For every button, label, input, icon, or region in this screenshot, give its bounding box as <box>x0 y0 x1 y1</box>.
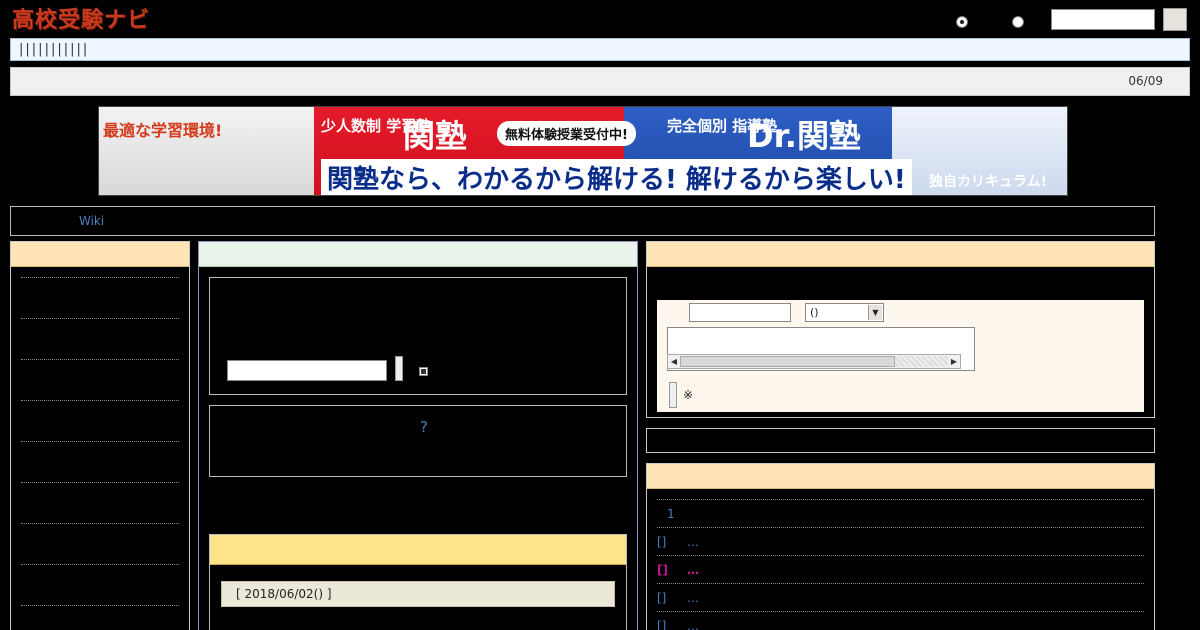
main-content-header <box>199 242 637 267</box>
ranking-item[interactable]: [] … <box>657 535 699 549</box>
comment-category-value: () <box>810 306 819 319</box>
ranking-divider <box>657 527 1144 528</box>
left-sidebar-divider <box>21 359 179 360</box>
left-sidebar-header <box>11 242 189 267</box>
ranking-divider <box>657 555 1144 556</box>
ranking-item[interactable]: [] … <box>657 619 699 630</box>
nav-item[interactable]: | <box>64 42 68 57</box>
nav-item[interactable]: | <box>77 42 81 57</box>
nav-item[interactable]: | <box>32 42 36 57</box>
ranking-item[interactable]: [] … <box>657 591 699 605</box>
textarea-scrollbar[interactable]: ◀ ▶ <box>667 354 961 369</box>
ranking-divider <box>657 611 1144 612</box>
ranking-item-title[interactable]: … <box>687 535 699 549</box>
nav-item[interactable]: | <box>51 42 55 57</box>
ranking-item-bracket: [] <box>657 591 667 605</box>
search-scope-radio-1[interactable] <box>956 16 968 28</box>
global-nav: | | | | | | | | | | | <box>10 38 1190 61</box>
search-option-checkbox[interactable] <box>419 367 428 376</box>
left-sidebar-divider <box>21 482 179 483</box>
ranking-panel: 1 [] … [] … [] … [] … <box>646 463 1155 630</box>
school-search-box <box>209 277 627 395</box>
comment-form: () ▼ ◀ ▶ ※ <box>657 300 1144 412</box>
ad-banner[interactable]: 最適な学習環境! 少人数制 学習塾 関塾 無料体験授業受付中! 完全個別 指導塾… <box>98 106 1068 196</box>
right-info-box <box>646 428 1155 453</box>
comment-submit-button[interactable] <box>669 382 677 408</box>
ranking-item-bracket: [] <box>657 535 667 549</box>
nav-item[interactable]: | <box>19 42 23 57</box>
left-sidebar-divider <box>21 523 179 524</box>
comment-panel-header <box>647 242 1154 267</box>
nav-item[interactable]: | <box>25 42 29 57</box>
school-search-input[interactable] <box>227 360 387 381</box>
left-sidebar-divider <box>21 441 179 442</box>
breadcrumb: Wiki <box>10 206 1155 236</box>
ranking-item[interactable]: [] … <box>657 563 699 577</box>
help-link[interactable]: ? <box>420 418 428 436</box>
news-ticker: 06/09 <box>10 67 1190 96</box>
ranking-item-title[interactable]: … <box>687 563 699 577</box>
comment-panel: () ▼ ◀ ▶ ※ <box>646 241 1155 418</box>
ranking-divider <box>657 499 1144 500</box>
nav-item[interactable]: | <box>38 42 42 57</box>
banner-badge: 無料体験授業受付中! <box>497 121 636 146</box>
search-scope-radio-2[interactable] <box>1012 16 1024 28</box>
scroll-thumb[interactable] <box>680 356 895 367</box>
left-sidebar-divider <box>21 318 179 319</box>
comment-category-select[interactable]: () ▼ <box>805 303 884 322</box>
nav-item[interactable]: | <box>45 42 49 57</box>
diary-entry[interactable]: [ 2018/06/02() ] <box>221 581 615 607</box>
diary-section: [ 2018/06/02() ] <box>209 534 627 630</box>
nav-item[interactable]: | <box>57 42 61 57</box>
ranking-first[interactable]: 1 <box>667 507 675 521</box>
left-sidebar-divider <box>21 605 179 606</box>
left-sidebar <box>10 241 190 630</box>
ranking-divider <box>657 583 1144 584</box>
ranking-item-bracket: [] <box>657 619 667 630</box>
diary-entry-date: [ 2018/06/02() ] <box>236 587 332 601</box>
breadcrumb-link-wiki[interactable]: Wiki <box>79 214 104 228</box>
banner-slogan: 関塾なら、わかるから解ける! 解けるから楽しい! <box>321 159 912 195</box>
banner-school2-name: Dr.関塾 <box>747 117 861 155</box>
search-input[interactable] <box>1051 9 1155 30</box>
left-sidebar-divider <box>21 277 179 278</box>
nav-item[interactable]: | <box>83 42 87 57</box>
main-content: ? [ 2018/06/02() ] <box>198 241 638 630</box>
comment-name-input[interactable] <box>689 303 791 322</box>
banner-tagline-left: 最適な学習環境! <box>103 121 223 140</box>
school-search-button[interactable] <box>395 356 403 381</box>
comment-note: ※ <box>683 388 694 402</box>
ranking-panel-header <box>647 464 1154 489</box>
nav-item[interactable]: | <box>70 42 74 57</box>
help-box: ? <box>209 405 627 477</box>
site-logo[interactable]: 高校受験ナビ <box>12 4 150 33</box>
scroll-left-icon[interactable]: ◀ <box>668 355 680 368</box>
diary-section-header <box>210 535 626 565</box>
left-sidebar-divider <box>21 400 179 401</box>
ranking-item-title[interactable]: … <box>687 619 699 630</box>
search-button[interactable] <box>1163 8 1187 31</box>
banner-tagline-right: 独自カリキュラム! <box>929 174 1047 190</box>
left-sidebar-divider <box>21 564 179 565</box>
banner-school1-name: 関塾 <box>403 117 468 155</box>
chevron-down-icon: ▼ <box>868 305 882 320</box>
ranking-item-title[interactable]: … <box>687 591 699 605</box>
news-date: 06/09 <box>1128 74 1163 88</box>
ranking-item-bracket: [] <box>657 563 668 577</box>
scroll-track[interactable] <box>895 356 948 367</box>
scroll-right-icon[interactable]: ▶ <box>948 355 960 368</box>
